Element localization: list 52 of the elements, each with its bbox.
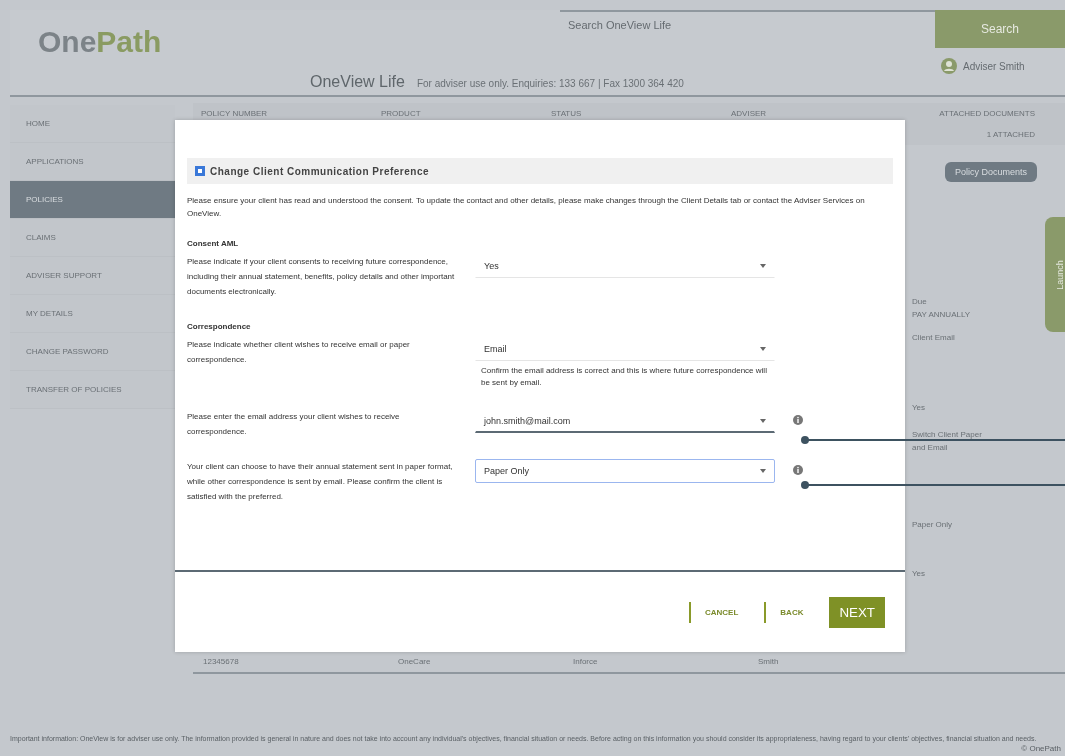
column-header: POLICY NUMBER bbox=[201, 109, 269, 120]
select-field[interactable]: Paper Only bbox=[475, 459, 775, 483]
detail-text: Paper Only bbox=[912, 520, 953, 529]
cancel-button[interactable]: CANCEL bbox=[689, 601, 753, 623]
field-description: Your client can choose to have their annual statement sent in paper format, while other correspondence is sent by email. Please confirm the client is satisfied with the preferred. bbox=[187, 461, 454, 503]
table-cell-text: Inforce bbox=[573, 657, 599, 666]
info-icon[interactable] bbox=[793, 415, 803, 425]
caret-icon bbox=[760, 418, 766, 423]
search-button[interactable]: Search bbox=[935, 10, 1065, 48]
detail-text: PAY ANNUALLY bbox=[912, 310, 971, 319]
detail-text: Due bbox=[912, 297, 927, 306]
select-field[interactable]: Yes bbox=[475, 254, 775, 278]
field-heading: Correspondence bbox=[187, 321, 252, 333]
dialog-title: Change Client Communication Preference bbox=[210, 165, 430, 177]
policy-documents-button[interactable]: Policy Documents bbox=[944, 162, 1037, 182]
table-cell-text: OneCare bbox=[398, 657, 432, 666]
user-name[interactable]: Adviser Smith bbox=[963, 60, 1025, 72]
field-description: Please indicate if your client consents to receiving future correspondence, including their annual statement, benefits, policy details and other important documents electronically. bbox=[187, 256, 456, 298]
detail-text: and Email bbox=[912, 443, 948, 452]
search-field[interactable]: Search OneView Life bbox=[560, 10, 935, 38]
page-title: OneView Life bbox=[310, 73, 405, 91]
detail-text: Client Email bbox=[912, 333, 955, 342]
launch-tab[interactable]: Launch bbox=[1045, 217, 1065, 332]
caret-icon bbox=[760, 469, 766, 473]
page-subtitle: For adviser use only. Enquiries: 133 667 | Fax 1300 364 420 bbox=[416, 78, 684, 89]
column-header: PRODUCT bbox=[381, 109, 422, 120]
next-button[interactable]: NEXT bbox=[829, 596, 885, 628]
caret-icon bbox=[760, 347, 766, 351]
user-icon bbox=[941, 58, 957, 74]
table-cell: 1 ATTACHED bbox=[986, 130, 1035, 139]
field-description: Please enter the email address your client wishes to receive correspondence. bbox=[187, 411, 401, 438]
detail-text: Yes bbox=[912, 569, 926, 578]
detail-text: Switch Client Paper bbox=[912, 430, 982, 439]
copyright-text: © OnePath bbox=[1020, 744, 1062, 754]
detail-text: Yes bbox=[912, 403, 926, 412]
column-header: STATUS bbox=[551, 109, 583, 120]
logo: OnePath bbox=[37, 24, 163, 59]
info-icon[interactable] bbox=[793, 465, 803, 475]
table-cell-text: Smith bbox=[758, 657, 780, 666]
intro-text: Please ensure your client has read and understood the consent. To update the contact and other details, please make changes through the Client Details tab or contact the Adviser Services on OneView. bbox=[187, 195, 866, 220]
caret-icon bbox=[760, 264, 766, 268]
field-note: Confirm the email address is correct and this is where future correspondence will be sent by email. bbox=[480, 365, 768, 389]
select-field[interactable]: john.smith@mail.com bbox=[475, 409, 775, 433]
table-cell-text: 12345678 bbox=[203, 657, 240, 666]
select-field[interactable]: Email bbox=[475, 337, 775, 361]
field-description: Please indicate whether client wishes to receive email or paper correspondence. bbox=[187, 339, 411, 366]
nav-item[interactable]: POLICIES bbox=[10, 181, 175, 219]
back-button[interactable]: BACK bbox=[764, 601, 818, 623]
checkbox-icon bbox=[195, 166, 205, 176]
field-heading: Consent AML bbox=[187, 238, 240, 250]
column-header: ATTACHED DOCUMENTS bbox=[939, 109, 1035, 118]
column-header: ADVISER bbox=[731, 109, 768, 120]
